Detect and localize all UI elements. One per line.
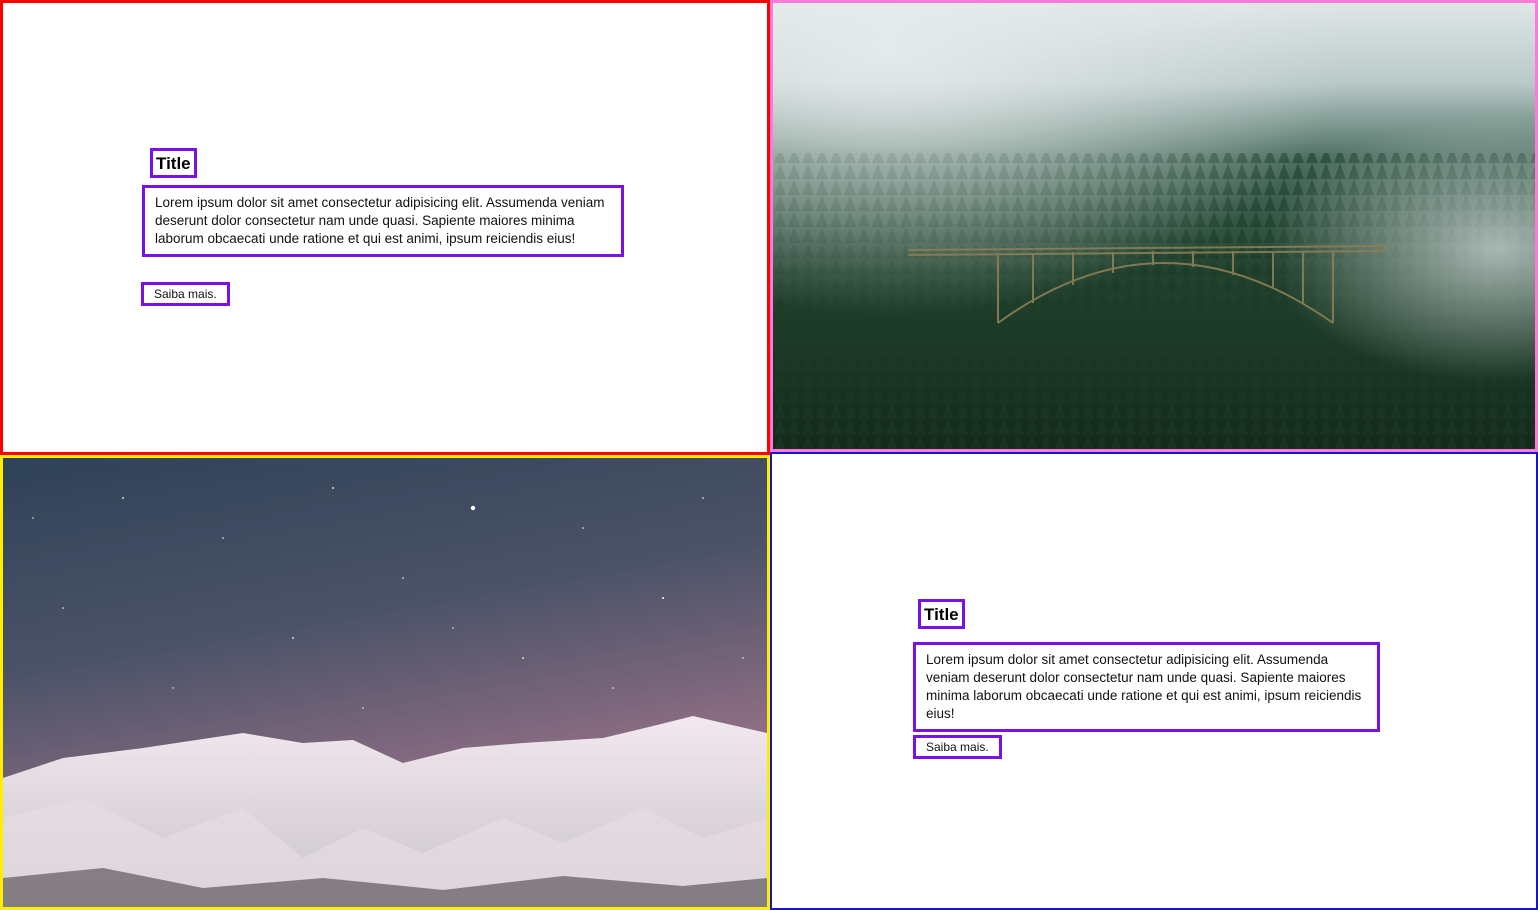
- section-title: Title: [918, 599, 965, 629]
- forest-bridge-photo: [770, 0, 1538, 452]
- content-section-1: Title Lorem ipsum dolor sit amet consect…: [0, 0, 770, 455]
- saiba-mais-link[interactable]: Saiba mais.: [913, 735, 1002, 759]
- section-text: Lorem ipsum dolor sit amet consectetur a…: [913, 642, 1380, 732]
- section-title: Title: [150, 148, 197, 178]
- mountain-night-image: [3, 458, 767, 907]
- section-text: Lorem ipsum dolor sit amet consectetur a…: [142, 185, 624, 257]
- forest-bridge-image: [773, 3, 1535, 449]
- content-section-2: Title Lorem ipsum dolor sit amet consect…: [770, 452, 1538, 910]
- saiba-mais-link[interactable]: Saiba mais.: [141, 282, 230, 306]
- snowy-mountain-night-sky-photo: [0, 455, 770, 910]
